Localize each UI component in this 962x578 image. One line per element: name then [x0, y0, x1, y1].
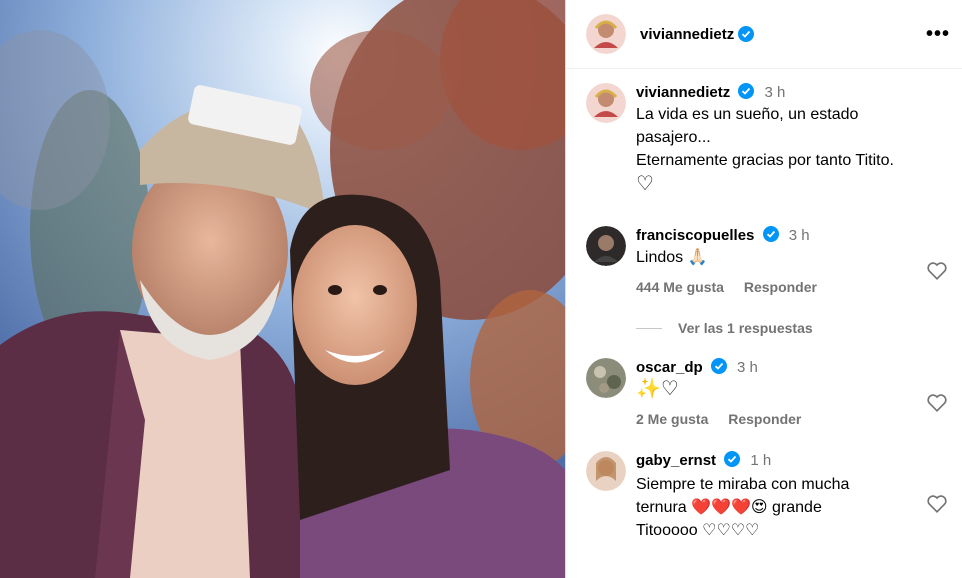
verified-icon — [724, 451, 741, 467]
comment-line: ternura ❤️❤️❤️😍 grande — [636, 499, 822, 516]
commenter-avatar[interactable] — [586, 226, 626, 266]
reply-button[interactable]: Responder — [728, 411, 801, 427]
more-options-icon[interactable]: ••• — [926, 23, 950, 46]
like-heart-icon[interactable] — [926, 392, 948, 414]
comment-time: 3 h — [737, 359, 758, 376]
caption-line: pasajero... — [636, 129, 711, 146]
author-username[interactable]: viviannedietz — [640, 26, 734, 43]
caption-text: La vida es un sueño, un estado pasajero.… — [636, 103, 922, 196]
caption-heart: ♡ — [636, 173, 654, 195]
view-replies-label[interactable]: Ver las 1 respuestas — [678, 320, 813, 336]
comment-line: Siempre te miraba con mucha — [636, 476, 850, 493]
likes-count[interactable]: 2 Me gusta — [636, 411, 708, 427]
author-avatar[interactable] — [586, 14, 626, 54]
post-header: viviannedietz ••• — [566, 0, 962, 69]
likes-count[interactable]: 444 Me gusta — [636, 279, 724, 295]
verified-icon — [738, 26, 755, 42]
commenter-avatar[interactable] — [586, 358, 626, 398]
comment-text: Siempre te miraba con mucha ternura ❤️❤️… — [636, 473, 922, 542]
like-heart-icon[interactable] — [926, 493, 948, 515]
comment-text: Lindos 🙏🏻 — [636, 249, 708, 266]
comment-meta: 2 Me gusta Responder — [636, 411, 922, 427]
comment-meta: 444 Me gusta Responder — [636, 279, 922, 295]
comments-list: viviannedietz 3 h La vida es un sueño, u… — [566, 69, 962, 542]
caption: viviannedietz 3 h La vida es un sueño, u… — [586, 83, 962, 196]
commenter-avatar[interactable] — [586, 451, 626, 491]
verified-icon — [738, 83, 755, 99]
caption-line: Eternamente gracias por tanto Titito. — [636, 152, 894, 169]
commenter-username[interactable]: gaby_ernst — [636, 452, 716, 469]
comment: gaby_ernst 1 h Siempre te miraba con muc… — [586, 451, 962, 542]
comment-text: ✨♡ — [636, 378, 679, 400]
comment-line: Titooooo ♡♡♡♡ — [636, 522, 760, 539]
like-heart-icon[interactable] — [926, 260, 948, 282]
caption-line: La vida es un sueño, un estado — [636, 106, 859, 123]
selfie-image — [0, 0, 565, 578]
reply-button[interactable]: Responder — [744, 279, 817, 295]
caption-username[interactable]: viviannedietz — [636, 84, 730, 101]
replies-divider — [636, 327, 662, 329]
post-photo — [0, 0, 565, 578]
caption-time: 3 h — [764, 84, 786, 101]
comment-time: 3 h — [788, 227, 810, 244]
comment-time: 1 h — [750, 452, 772, 469]
comment: oscar_dp 3 h ✨♡ 2 Me gusta Responder — [586, 358, 962, 427]
post-side-panel: viviannedietz ••• viviannedietz 3 h La v… — [565, 0, 962, 578]
view-replies-button[interactable]: Ver las 1 respuestas — [636, 320, 962, 336]
verified-icon — [762, 226, 779, 242]
caption-avatar[interactable] — [586, 83, 626, 123]
comment: franciscopuelles 3 h Lindos 🙏🏻 444 Me gu… — [586, 226, 962, 295]
commenter-username[interactable]: oscar_dp — [636, 359, 703, 376]
commenter-username[interactable]: franciscopuelles — [636, 227, 754, 244]
verified-icon — [710, 358, 727, 374]
